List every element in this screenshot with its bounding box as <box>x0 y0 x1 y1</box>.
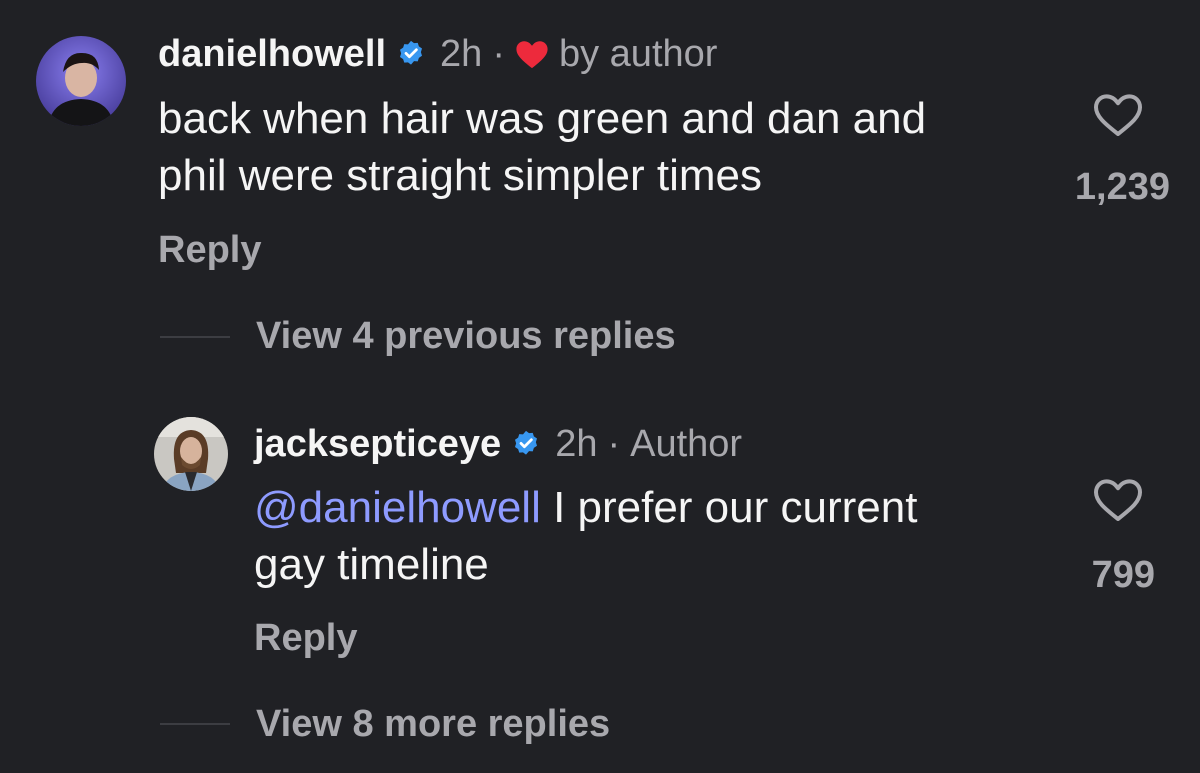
heart-outline-icon[interactable] <box>1092 92 1144 138</box>
view-previous-replies-button[interactable]: View 4 previous replies <box>256 312 676 360</box>
reply-like-count: 799 <box>1091 554 1155 596</box>
comment-separator: · <box>492 33 505 75</box>
reply-header: jacksepticeye 2h · Author <box>254 420 742 468</box>
comment-username[interactable]: danielhowell <box>158 30 386 78</box>
reply-separator: · <box>607 423 621 465</box>
view-more-replies-button[interactable]: View 8 more replies <box>256 700 610 748</box>
verified-badge-icon <box>396 39 426 69</box>
thread-divider-line <box>160 336 230 338</box>
avatar-danielhowell[interactable] <box>36 36 126 126</box>
reply-username[interactable]: jacksepticeye <box>254 420 501 468</box>
comment-text-line-2: phil were straight simpler times <box>158 151 762 200</box>
reply-text-line-1: @danielhowell I prefer our current <box>254 479 917 536</box>
by-author-label: by author <box>558 33 718 75</box>
comment-reply-button[interactable]: Reply <box>158 226 261 274</box>
author-label: Author <box>630 423 743 465</box>
reply-reply-button[interactable]: Reply <box>254 614 357 662</box>
comment-time: 2h <box>440 33 483 75</box>
heart-filled-icon <box>515 39 549 69</box>
heart-outline-icon[interactable] <box>1092 477 1144 523</box>
thread-divider-line <box>160 723 230 725</box>
verified-badge-icon <box>511 429 541 459</box>
comment-like-count: 1,239 <box>1074 166 1170 208</box>
comment-header: danielhowell 2h · by author <box>158 30 717 78</box>
reply-text-line-2: gay timeline <box>254 540 489 589</box>
reply-mention-link[interactable]: @danielhowell <box>254 483 541 532</box>
reply-time: 2h <box>555 423 598 465</box>
avatar-jacksepticeye[interactable] <box>154 417 228 491</box>
comment-text-line-1: back when hair was green and dan and <box>158 94 927 143</box>
reply-text-line-1-body: I prefer our current <box>540 483 918 532</box>
